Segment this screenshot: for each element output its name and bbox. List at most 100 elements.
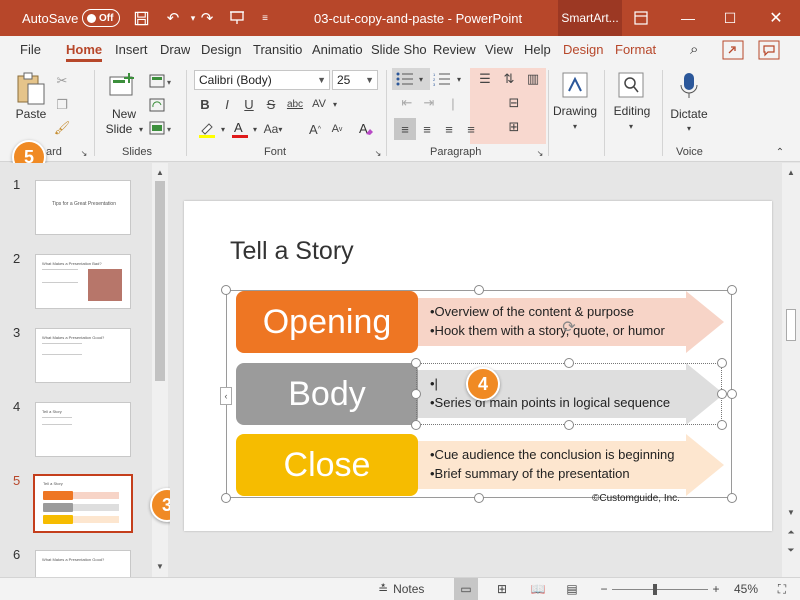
slide-thumbnail-1[interactable]: Tips for a Great Presentation (35, 180, 131, 235)
zoom-level[interactable]: 45% (734, 578, 758, 600)
font-size-combo[interactable]: 25 ▼ (332, 70, 378, 90)
tab-insert[interactable]: Insert (115, 36, 148, 64)
increase-indent-icon[interactable]: ⇥ (420, 94, 438, 112)
tab-home[interactable]: Home (66, 36, 103, 64)
new-slide-label-2[interactable]: Slide (100, 122, 138, 136)
editing-label[interactable]: Editing (610, 104, 654, 118)
body-box[interactable]: Body (236, 363, 418, 425)
text-resize-handle[interactable] (411, 420, 421, 430)
new-slide-icon[interactable] (106, 70, 138, 102)
italic-button[interactable]: I (218, 94, 236, 114)
drawing-icon[interactable] (560, 70, 590, 100)
tab-design[interactable]: Design (201, 36, 241, 64)
bullets-icon[interactable] (394, 70, 416, 88)
comments-icon[interactable] (758, 36, 780, 64)
new-slide-dropdown-icon[interactable]: ▾ (136, 122, 146, 136)
text-resize-handle[interactable] (717, 358, 727, 368)
clipboard-launcher-icon[interactable]: ↘ (78, 148, 90, 158)
slide-thumbnail-3[interactable]: What Makes a Presentation Good? (35, 328, 131, 383)
next-slide-icon[interactable]: ⏷ (784, 543, 798, 557)
highlight-icon[interactable] (196, 118, 218, 140)
tab-view[interactable]: View (485, 36, 513, 64)
line-spacing-icon[interactable]: ☰ (474, 70, 496, 88)
chevron-down-icon[interactable]: ▾ (330, 94, 340, 114)
share-icon[interactable] (722, 36, 744, 64)
minimize-icon[interactable]: — (668, 0, 708, 36)
grow-font-button[interactable]: A ^ (306, 118, 324, 140)
slide-thumbnail-6[interactable]: What Makes a Presentation Good? (35, 550, 131, 577)
slideshow-icon[interactable]: ▤ (562, 578, 582, 600)
scroll-down-icon[interactable]: ▼ (153, 559, 167, 573)
find-icon[interactable] (616, 70, 646, 100)
text-resize-handle[interactable] (717, 389, 727, 399)
slide-canvas[interactable]: Tell a Story ‹ Opening •Overview of the … (184, 201, 772, 531)
cut-icon[interactable]: ✂ (52, 72, 72, 90)
underline-button[interactable]: U (240, 94, 258, 114)
redo-icon[interactable]: ↷ (196, 0, 218, 36)
smartart-context-tab[interactable]: SmartArt... (558, 0, 622, 36)
close-box[interactable]: Close (236, 434, 418, 496)
microphone-icon[interactable] (676, 70, 702, 102)
convert-smartart-icon[interactable]: ⊞ (504, 118, 524, 136)
shrink-font-button[interactable]: Av (328, 118, 346, 140)
shadow-button[interactable]: abc (283, 94, 307, 114)
tab-draw[interactable]: Draw (160, 36, 190, 64)
normal-view-icon[interactable]: ▭ (454, 578, 478, 600)
opening-box[interactable]: Opening (236, 291, 418, 353)
text-resize-handle[interactable] (411, 389, 421, 399)
save-icon[interactable] (130, 0, 152, 36)
chevron-down-icon[interactable]: ▾ (250, 120, 260, 138)
font-launcher-icon[interactable]: ↘ (372, 148, 384, 158)
body-text-selection[interactable] (416, 363, 722, 425)
chevron-down-icon[interactable]: ▾ (626, 120, 636, 132)
previous-slide-icon[interactable]: ⏶ (784, 525, 798, 539)
resize-handle[interactable] (727, 493, 737, 503)
autosave-toggle[interactable]: Off (82, 9, 120, 27)
resize-handle[interactable] (221, 493, 231, 503)
ribbon-display-icon[interactable] (630, 0, 652, 36)
paste-label[interactable]: Paste (12, 107, 50, 121)
chevron-down-icon[interactable]: ▾ (218, 120, 228, 138)
clear-formatting-icon[interactable]: A (356, 118, 376, 140)
chevron-down-icon[interactable]: ▾ (416, 70, 426, 88)
drawing-label[interactable]: Drawing (552, 104, 598, 118)
maximize-icon[interactable]: ☐ (710, 0, 750, 36)
resize-handle[interactable] (474, 285, 484, 295)
scrollbar-thumb[interactable] (155, 181, 165, 381)
text-resize-handle[interactable] (564, 358, 574, 368)
columns-icon[interactable]: ▥ (524, 70, 542, 88)
dictate-label[interactable]: Dictate (666, 107, 712, 121)
tab-transitions[interactable]: Transitio (253, 36, 305, 64)
copy-icon[interactable]: ❐ (52, 96, 72, 114)
tab-animations[interactable]: Animatio (312, 36, 364, 64)
scroll-down-icon[interactable]: ▼ (784, 505, 798, 519)
notes-button[interactable]: ≛ Notes (378, 578, 424, 600)
tab-slide-show[interactable]: Slide Sho (371, 36, 427, 64)
rotate-handle-icon[interactable]: ⟳ (560, 319, 578, 337)
character-spacing-button[interactable]: AV (308, 94, 330, 114)
close-icon[interactable]: ✕ (756, 0, 796, 36)
text-resize-handle[interactable] (411, 358, 421, 368)
undo-icon[interactable]: ↶ (162, 0, 184, 36)
new-slide-label[interactable]: New (104, 107, 144, 121)
close-text[interactable]: •Cue audience the conclusion is beginnin… (430, 445, 675, 483)
tab-review[interactable]: Review (433, 36, 476, 64)
slide-thumbnail-5[interactable]: Tell a Story (33, 474, 133, 533)
chevron-down-icon[interactable]: ▾ (454, 70, 464, 88)
section-icon[interactable]: ▾ (148, 119, 176, 137)
layout-icon[interactable]: ▾ (148, 72, 176, 90)
text-direction-icon[interactable]: | (444, 94, 462, 112)
text-resize-handle[interactable] (564, 420, 574, 430)
paragraph-launcher-icon[interactable]: ↘ (534, 148, 546, 158)
align-right-icon[interactable]: ≡ (440, 120, 458, 138)
zoom-slider[interactable] (612, 584, 708, 595)
search-icon[interactable]: ⌕ (690, 36, 698, 64)
scroll-up-icon[interactable]: ▲ (153, 165, 167, 179)
text-pane-toggle-icon[interactable]: ‹ (220, 387, 232, 405)
collapse-ribbon-icon[interactable]: ⌃ (772, 146, 788, 158)
change-case-button[interactable]: Aa ▾ (262, 118, 284, 140)
resize-handle[interactable] (221, 285, 231, 295)
scroll-up-icon[interactable]: ▲ (784, 165, 798, 179)
slide-title[interactable]: Tell a Story (230, 237, 354, 266)
scrollbar-thumb[interactable] (786, 309, 796, 341)
